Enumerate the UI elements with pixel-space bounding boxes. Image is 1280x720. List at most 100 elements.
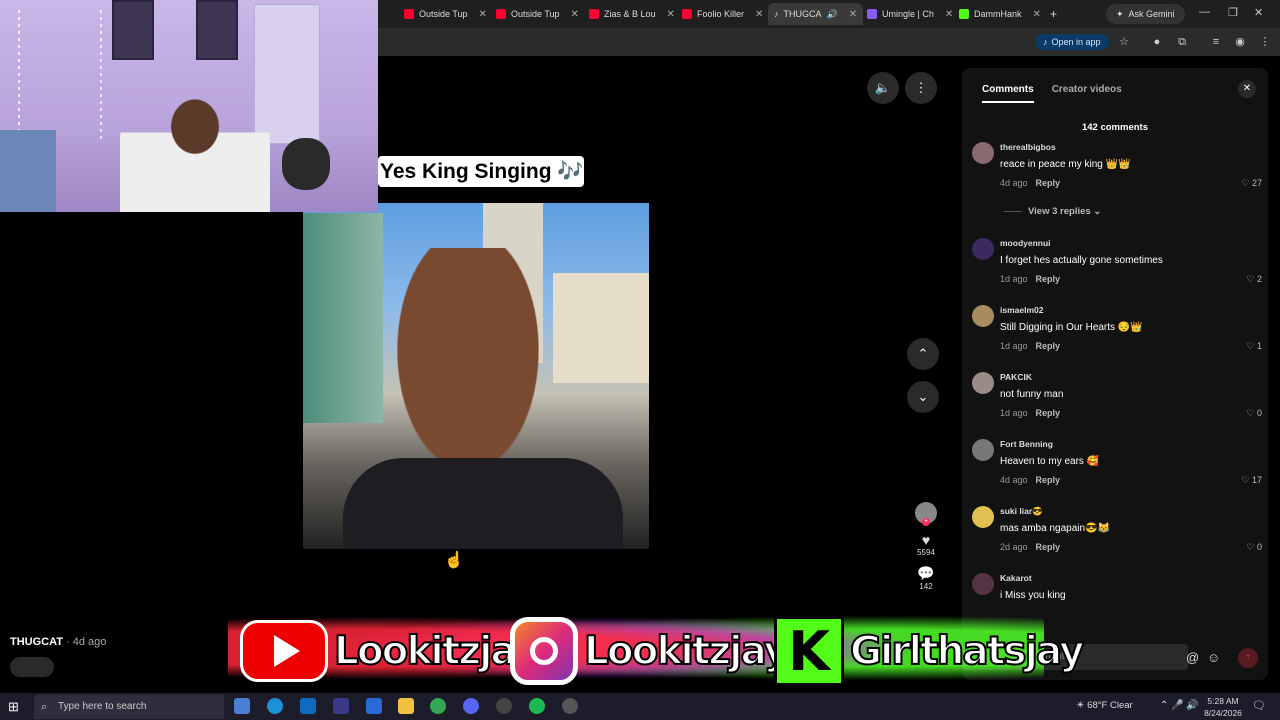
creator-name[interactable]: THUGCAT bbox=[10, 636, 63, 648]
tab-outside-tup-1[interactable]: Outside Tup ✕ bbox=[404, 3, 487, 25]
avatar[interactable] bbox=[972, 439, 994, 461]
reply-button[interactable]: Reply bbox=[1036, 341, 1061, 351]
app-icon[interactable] bbox=[562, 698, 578, 714]
notifications-icon[interactable]: 🗨 bbox=[1252, 699, 1266, 712]
chrome-icon[interactable] bbox=[430, 698, 446, 714]
comment-username[interactable]: suki liar😎 bbox=[1000, 506, 1043, 517]
heart-icon[interactable]: ♥ bbox=[910, 532, 942, 548]
file-explorer-icon[interactable] bbox=[398, 698, 414, 714]
creator-avatar[interactable]: + bbox=[915, 502, 937, 526]
music-pill[interactable] bbox=[10, 657, 54, 677]
tab-comments[interactable]: Comments bbox=[982, 84, 1034, 103]
comment-icon[interactable]: 💬 bbox=[910, 565, 942, 582]
minimize-icon[interactable]: — bbox=[1199, 6, 1210, 18]
close-tab-icon[interactable]: ✕ bbox=[667, 9, 675, 20]
tab-foolio[interactable]: Foolio Killer ✕ bbox=[682, 3, 763, 25]
comment-username[interactable]: moodyennui bbox=[1000, 238, 1051, 248]
view-replies-button[interactable]: View 3 replies ⌄ bbox=[1004, 206, 1101, 217]
comment-username[interactable]: therealbigbos bbox=[1000, 142, 1056, 152]
restore-icon[interactable]: ❐ bbox=[1228, 6, 1238, 19]
youtube-icon bbox=[496, 9, 506, 19]
comment-username[interactable]: Kakarot bbox=[1000, 573, 1032, 583]
kick-handle: Girlthatsjay bbox=[849, 628, 1085, 675]
avatar[interactable] bbox=[972, 372, 994, 394]
new-tab-button[interactable]: + bbox=[1050, 3, 1057, 25]
close-panel-icon[interactable]: ✕ bbox=[1238, 80, 1256, 98]
avatar[interactable] bbox=[972, 238, 994, 260]
close-tab-icon[interactable]: ✕ bbox=[755, 9, 763, 20]
avatar[interactable] bbox=[972, 142, 994, 164]
copilot-icon[interactable] bbox=[234, 698, 250, 714]
close-tab-icon[interactable]: ✕ bbox=[1033, 9, 1041, 20]
edge-icon[interactable] bbox=[267, 698, 283, 714]
weather-widget[interactable]: ☀ 68°F Clear bbox=[1076, 700, 1133, 711]
tab-thugcat-active[interactable]: ♪ THUGCA 🔊 ✕ bbox=[768, 3, 864, 25]
close-window-icon[interactable]: ✕ bbox=[1254, 6, 1263, 19]
reply-button[interactable]: Reply bbox=[1036, 408, 1061, 418]
close-tab-icon[interactable]: ✕ bbox=[479, 9, 487, 20]
comment-likes[interactable]: ♡ 0 bbox=[1246, 408, 1262, 419]
bookmark-star-icon[interactable]: ☆ bbox=[1117, 35, 1131, 49]
tab-umingle[interactable]: Umingle | Ch ✕ bbox=[867, 3, 953, 25]
windows-start-icon[interactable]: ⊞ bbox=[8, 699, 19, 715]
emoji-icon[interactable]: ☺ bbox=[1207, 650, 1220, 665]
profile-avatar-icon[interactable]: ◉ bbox=[1233, 35, 1247, 49]
reply-button[interactable]: Reply bbox=[1036, 274, 1061, 284]
comment-username[interactable]: Fort Benning bbox=[1000, 439, 1053, 449]
avatar[interactable] bbox=[972, 305, 994, 327]
store-icon[interactable] bbox=[333, 698, 349, 714]
send-comment-button[interactable]: ↑ bbox=[1238, 648, 1258, 668]
spotify-icon[interactable] bbox=[529, 698, 545, 714]
more-options-button[interactable]: ⋮ bbox=[905, 72, 937, 104]
comment-likes[interactable]: ♡ 2 bbox=[1246, 274, 1262, 285]
likes-count: 2 bbox=[1256, 274, 1262, 284]
comment-likes[interactable]: ♡ 27 bbox=[1241, 178, 1262, 189]
tab-creator-videos[interactable]: Creator videos bbox=[1052, 84, 1122, 103]
comment-likes[interactable]: ♡ 0 bbox=[1246, 542, 1262, 553]
comment-likes[interactable]: ♡ 17 bbox=[1241, 475, 1262, 486]
ask-gemini-button[interactable]: ✦ Ask Gemini bbox=[1106, 4, 1185, 24]
youtube-handle: Lookitzjay bbox=[333, 628, 540, 675]
reply-button[interactable]: Reply bbox=[1036, 542, 1061, 552]
discord-icon[interactable] bbox=[463, 698, 479, 714]
next-video-button[interactable]: ⌄ bbox=[907, 381, 939, 413]
open-in-app-button[interactable]: ♪ Open in app bbox=[1035, 34, 1109, 50]
follow-plus-icon[interactable]: + bbox=[922, 518, 930, 526]
record-icon[interactable]: ● bbox=[1150, 35, 1164, 49]
tab-label: Zias & B Lou bbox=[604, 9, 656, 19]
close-tab-icon[interactable]: ✕ bbox=[849, 9, 857, 20]
widgets-icon[interactable] bbox=[366, 698, 382, 714]
close-tab-icon[interactable]: ✕ bbox=[571, 9, 579, 20]
comment-username[interactable]: ismaelm02 bbox=[1000, 305, 1043, 315]
media-controls-icon[interactable]: ≡ bbox=[1209, 35, 1223, 49]
search-placeholder: Type here to search bbox=[58, 701, 147, 712]
likes-count: 0 bbox=[1256, 542, 1262, 552]
avatar[interactable] bbox=[972, 506, 994, 528]
close-tab-icon[interactable]: ✕ bbox=[945, 9, 953, 20]
comment-likes[interactable]: ♡ 1 bbox=[1246, 341, 1262, 352]
clock[interactable]: 5:28 AM 8/24/2026 bbox=[1200, 695, 1246, 719]
kick-icon bbox=[959, 9, 969, 19]
avatar[interactable] bbox=[972, 573, 994, 595]
reply-button[interactable]: Reply bbox=[1036, 475, 1061, 485]
reply-button[interactable]: Reply bbox=[1036, 178, 1061, 188]
speaker-icon[interactable]: 🔊 bbox=[827, 9, 838, 20]
video-player[interactable] bbox=[303, 203, 649, 549]
menu-kebab-icon[interactable]: ⋮ bbox=[1258, 35, 1272, 49]
previous-video-button[interactable]: ⌃ bbox=[907, 338, 939, 370]
volume-button[interactable]: 🔈 bbox=[867, 72, 899, 104]
taskbar-search[interactable]: ⌕ Type here to search bbox=[34, 695, 224, 719]
led-strip bbox=[100, 10, 102, 140]
system-tray-icons[interactable]: ⌃ 🎤 🔊 bbox=[1160, 700, 1199, 711]
outlook-icon[interactable] bbox=[300, 698, 316, 714]
instagram-handle: Lookitzjay_ bbox=[583, 628, 807, 675]
chair bbox=[0, 130, 56, 212]
tab-dammhank[interactable]: DammHank ✕ bbox=[959, 3, 1041, 25]
obs-icon[interactable] bbox=[496, 698, 512, 714]
mention-icon[interactable]: @ bbox=[1186, 650, 1199, 665]
tab-zias[interactable]: Zias & B Lou ✕ bbox=[589, 3, 675, 25]
tab-outside-tup-2[interactable]: Outside Tup ✕ bbox=[496, 3, 579, 25]
comment-username[interactable]: PAKCIK bbox=[1000, 372, 1032, 382]
extensions-icon[interactable]: ⧉ bbox=[1175, 35, 1189, 49]
comment-age: 1d ago bbox=[1000, 341, 1028, 351]
